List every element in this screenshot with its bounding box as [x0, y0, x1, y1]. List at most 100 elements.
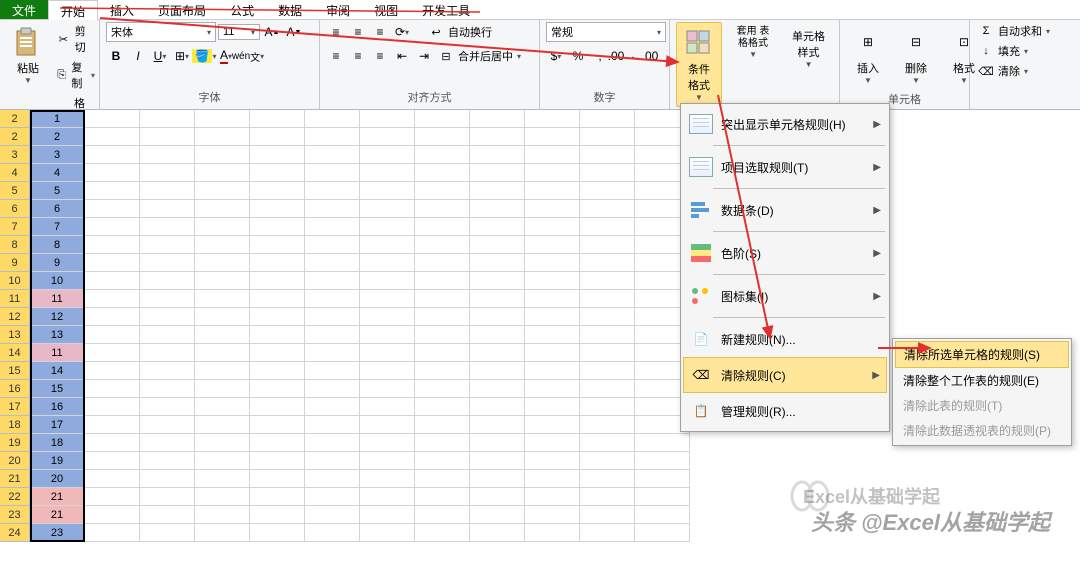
empty-cell[interactable] — [85, 146, 140, 164]
data-cell[interactable]: 21 — [30, 506, 85, 524]
submenu-clear-selected[interactable]: 清除所选单元格的规则(S) — [895, 341, 1069, 368]
empty-cell[interactable] — [195, 362, 250, 380]
empty-cell[interactable] — [305, 434, 360, 452]
empty-cell[interactable] — [580, 470, 635, 488]
empty-cell[interactable] — [580, 524, 635, 542]
empty-cell[interactable] — [360, 470, 415, 488]
empty-cell[interactable] — [305, 110, 360, 128]
empty-cell[interactable] — [580, 362, 635, 380]
empty-cell[interactable] — [250, 452, 305, 470]
empty-cell[interactable] — [305, 290, 360, 308]
empty-cell[interactable] — [360, 362, 415, 380]
empty-cell[interactable] — [195, 110, 250, 128]
empty-cell[interactable] — [250, 110, 305, 128]
empty-cell[interactable] — [250, 308, 305, 326]
row-header[interactable]: 21 — [0, 470, 30, 488]
format-as-table-button[interactable]: 套用 表格格式 ▼ — [726, 22, 780, 63]
empty-cell[interactable] — [85, 164, 140, 182]
empty-cell[interactable] — [635, 524, 690, 542]
empty-cell[interactable] — [415, 470, 470, 488]
empty-cell[interactable] — [85, 488, 140, 506]
empty-cell[interactable] — [195, 416, 250, 434]
empty-cell[interactable] — [140, 416, 195, 434]
font-size-combo[interactable]: 11▾ — [218, 24, 260, 40]
empty-cell[interactable] — [525, 506, 580, 524]
tab-review[interactable]: 审阅 — [314, 0, 362, 19]
fill-color-button[interactable]: 🪣▾ — [194, 46, 214, 66]
empty-cell[interactable] — [360, 218, 415, 236]
data-cell[interactable]: 11 — [30, 290, 85, 308]
empty-cell[interactable] — [85, 344, 140, 362]
empty-cell[interactable] — [415, 110, 470, 128]
menu-icon-sets[interactable]: 图标集(I)▶ — [683, 278, 887, 314]
menu-highlight-cells[interactable]: 突出显示单元格规则(H)▶ — [683, 106, 887, 142]
empty-cell[interactable] — [195, 308, 250, 326]
empty-cell[interactable] — [305, 470, 360, 488]
empty-cell[interactable] — [195, 236, 250, 254]
data-cell[interactable]: 8 — [30, 236, 85, 254]
data-cell[interactable]: 7 — [30, 218, 85, 236]
empty-cell[interactable] — [580, 398, 635, 416]
empty-cell[interactable] — [580, 416, 635, 434]
autosum-button[interactable]: Σ自动求和▾ — [976, 22, 1052, 40]
empty-cell[interactable] — [360, 506, 415, 524]
empty-cell[interactable] — [525, 128, 580, 146]
italic-button[interactable]: I — [128, 46, 148, 66]
data-cell[interactable]: 6 — [30, 200, 85, 218]
empty-cell[interactable] — [360, 524, 415, 542]
empty-cell[interactable] — [470, 254, 525, 272]
empty-cell[interactable] — [140, 218, 195, 236]
empty-cell[interactable] — [525, 488, 580, 506]
fill-button[interactable]: ↓填充▾ — [976, 42, 1052, 60]
empty-cell[interactable] — [195, 128, 250, 146]
data-cell[interactable]: 19 — [30, 452, 85, 470]
empty-cell[interactable] — [360, 290, 415, 308]
tab-home[interactable]: 开始 — [48, 0, 98, 20]
row-header[interactable]: 16 — [0, 380, 30, 398]
empty-cell[interactable] — [470, 326, 525, 344]
empty-cell[interactable] — [470, 398, 525, 416]
empty-cell[interactable] — [525, 272, 580, 290]
empty-cell[interactable] — [415, 326, 470, 344]
empty-cell[interactable] — [470, 110, 525, 128]
empty-cell[interactable] — [305, 506, 360, 524]
empty-cell[interactable] — [140, 164, 195, 182]
accounting-format-button[interactable]: $▾ — [546, 46, 566, 66]
empty-cell[interactable] — [580, 344, 635, 362]
border-button[interactable]: ⊞▾ — [172, 46, 192, 66]
empty-cell[interactable] — [195, 290, 250, 308]
empty-cell[interactable] — [85, 326, 140, 344]
row-header[interactable]: 24 — [0, 524, 30, 542]
empty-cell[interactable] — [415, 146, 470, 164]
empty-cell[interactable] — [525, 254, 580, 272]
empty-cell[interactable] — [305, 380, 360, 398]
empty-cell[interactable] — [140, 398, 195, 416]
empty-cell[interactable] — [525, 182, 580, 200]
empty-cell[interactable] — [195, 434, 250, 452]
empty-cell[interactable] — [85, 308, 140, 326]
row-header[interactable]: 5 — [0, 182, 30, 200]
empty-cell[interactable] — [525, 380, 580, 398]
row-header[interactable]: 23 — [0, 506, 30, 524]
empty-cell[interactable] — [580, 200, 635, 218]
empty-cell[interactable] — [85, 272, 140, 290]
row-header[interactable]: 8 — [0, 236, 30, 254]
empty-cell[interactable] — [360, 146, 415, 164]
empty-cell[interactable] — [360, 254, 415, 272]
data-cell[interactable]: 20 — [30, 470, 85, 488]
empty-cell[interactable] — [85, 200, 140, 218]
empty-cell[interactable] — [305, 272, 360, 290]
row-header[interactable]: 6 — [0, 200, 30, 218]
empty-cell[interactable] — [140, 236, 195, 254]
data-cell[interactable]: 21 — [30, 488, 85, 506]
empty-cell[interactable] — [305, 218, 360, 236]
empty-cell[interactable] — [360, 308, 415, 326]
submenu-clear-sheet[interactable]: 清除整个工作表的规则(E) — [895, 368, 1069, 393]
empty-cell[interactable] — [85, 236, 140, 254]
empty-cell[interactable] — [360, 398, 415, 416]
empty-cell[interactable] — [525, 164, 580, 182]
empty-cell[interactable] — [635, 470, 690, 488]
empty-cell[interactable] — [415, 344, 470, 362]
empty-cell[interactable] — [140, 344, 195, 362]
empty-cell[interactable] — [305, 524, 360, 542]
